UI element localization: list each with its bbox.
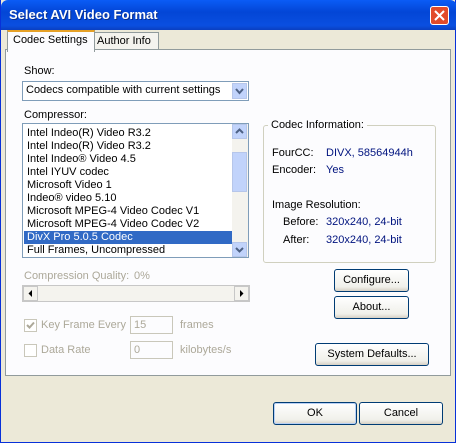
after-value: 320x240, 24-bit xyxy=(326,234,402,246)
chevron-right-icon xyxy=(240,290,244,297)
keyframe-unit: frames xyxy=(180,319,214,331)
list-item[interactable]: Intel Indeo® Video 4.5 xyxy=(24,153,234,166)
after-label: After: xyxy=(283,234,310,246)
datarate-checkbox[interactable] xyxy=(24,344,37,357)
before-value: 320x240, 24-bit xyxy=(326,216,402,228)
datarate-input[interactable]: 0 xyxy=(130,341,173,359)
list-item[interactable]: Microsoft MPEG-4 Video Codec V2 xyxy=(24,218,234,231)
datarate-input-value: 0 xyxy=(134,344,141,356)
configure-button[interactable]: Configure... xyxy=(334,269,409,292)
chevron-left-icon xyxy=(28,290,32,297)
tab-author-info[interactable]: Author Info xyxy=(91,32,159,50)
list-vertical-scrollbar[interactable] xyxy=(232,124,248,257)
list-item[interactable]: Indeo® video 5.10 xyxy=(24,192,234,205)
datarate-label: Data Rate xyxy=(41,344,91,356)
list-item[interactable]: Microsoft Video 1 xyxy=(24,179,234,192)
close-button[interactable] xyxy=(430,6,449,25)
list-item[interactable]: Full Frames, Uncompressed xyxy=(24,244,234,257)
compression-quality-slider[interactable] xyxy=(22,285,250,302)
show-dropdown-value: Codecs compatible with current settings xyxy=(26,84,221,96)
ok-button[interactable]: OK xyxy=(273,402,357,425)
keyframe-label: Key Frame Every xyxy=(41,319,126,331)
encoder-label: Encoder: xyxy=(272,164,317,176)
compression-quality-label: Compression Quality: xyxy=(24,270,130,282)
show-label: Show: xyxy=(24,65,55,77)
chevron-down-icon xyxy=(235,247,244,253)
show-dropdown[interactable]: Codecs compatible with current settings xyxy=(22,81,249,101)
scroll-up-button[interactable] xyxy=(232,124,247,139)
codec-info-title: Codec Information: xyxy=(268,119,367,131)
dropdown-arrow-button[interactable] xyxy=(232,83,247,99)
tab-strip: Codec Settings Author Info xyxy=(5,30,453,52)
checkmark-icon xyxy=(26,321,35,329)
system-defaults-button[interactable]: System Defaults... xyxy=(315,343,429,366)
about-button[interactable]: About... xyxy=(334,296,409,319)
keyframe-checkbox[interactable] xyxy=(24,319,37,332)
list-item[interactable]: Intel IYUV codec xyxy=(24,166,234,179)
compressor-label: Compressor: xyxy=(24,109,87,121)
list-item[interactable]: Microsoft MPEG-4 Video Codec V1 xyxy=(24,205,234,218)
tab-codec-settings[interactable]: Codec Settings xyxy=(7,30,95,52)
list-item[interactable]: Intel Indeo(R) Video R3.2 xyxy=(24,127,234,140)
chevron-up-icon xyxy=(235,128,244,134)
list-item-selected[interactable]: DivX Pro 5.0.5 Codec xyxy=(24,231,234,244)
scroll-left-button[interactable] xyxy=(23,286,38,301)
dialog-window: Select AVI Video Format Codec Settings A… xyxy=(0,0,456,443)
fourcc-value: DIVX, 58564944h xyxy=(326,147,413,159)
image-resolution-label: Image Resolution: xyxy=(272,199,361,211)
list-item[interactable]: Intel Indeo(R) Video R3.2 xyxy=(24,140,234,153)
compressor-list[interactable]: Intel Indeo(R) Video R3.2 Intel Indeo(R)… xyxy=(22,123,249,258)
fourcc-label: FourCC: xyxy=(272,147,314,159)
before-label: Before: xyxy=(283,216,319,228)
scroll-right-button[interactable] xyxy=(234,286,249,301)
title-bar[interactable]: Select AVI Video Format xyxy=(1,0,456,30)
keyframe-input[interactable]: 15 xyxy=(130,316,173,334)
scroll-thumb[interactable] xyxy=(232,152,247,192)
encoder-value: Yes xyxy=(326,164,344,176)
chevron-down-icon xyxy=(235,88,244,95)
compression-quality-value: 0% xyxy=(134,270,150,282)
keyframe-input-value: 15 xyxy=(134,319,147,331)
window-title: Select AVI Video Format xyxy=(9,7,158,22)
datarate-unit: kilobytes/s xyxy=(180,344,232,356)
cancel-button[interactable]: Cancel xyxy=(359,402,443,425)
close-icon xyxy=(434,10,445,21)
scroll-down-button[interactable] xyxy=(232,242,247,257)
